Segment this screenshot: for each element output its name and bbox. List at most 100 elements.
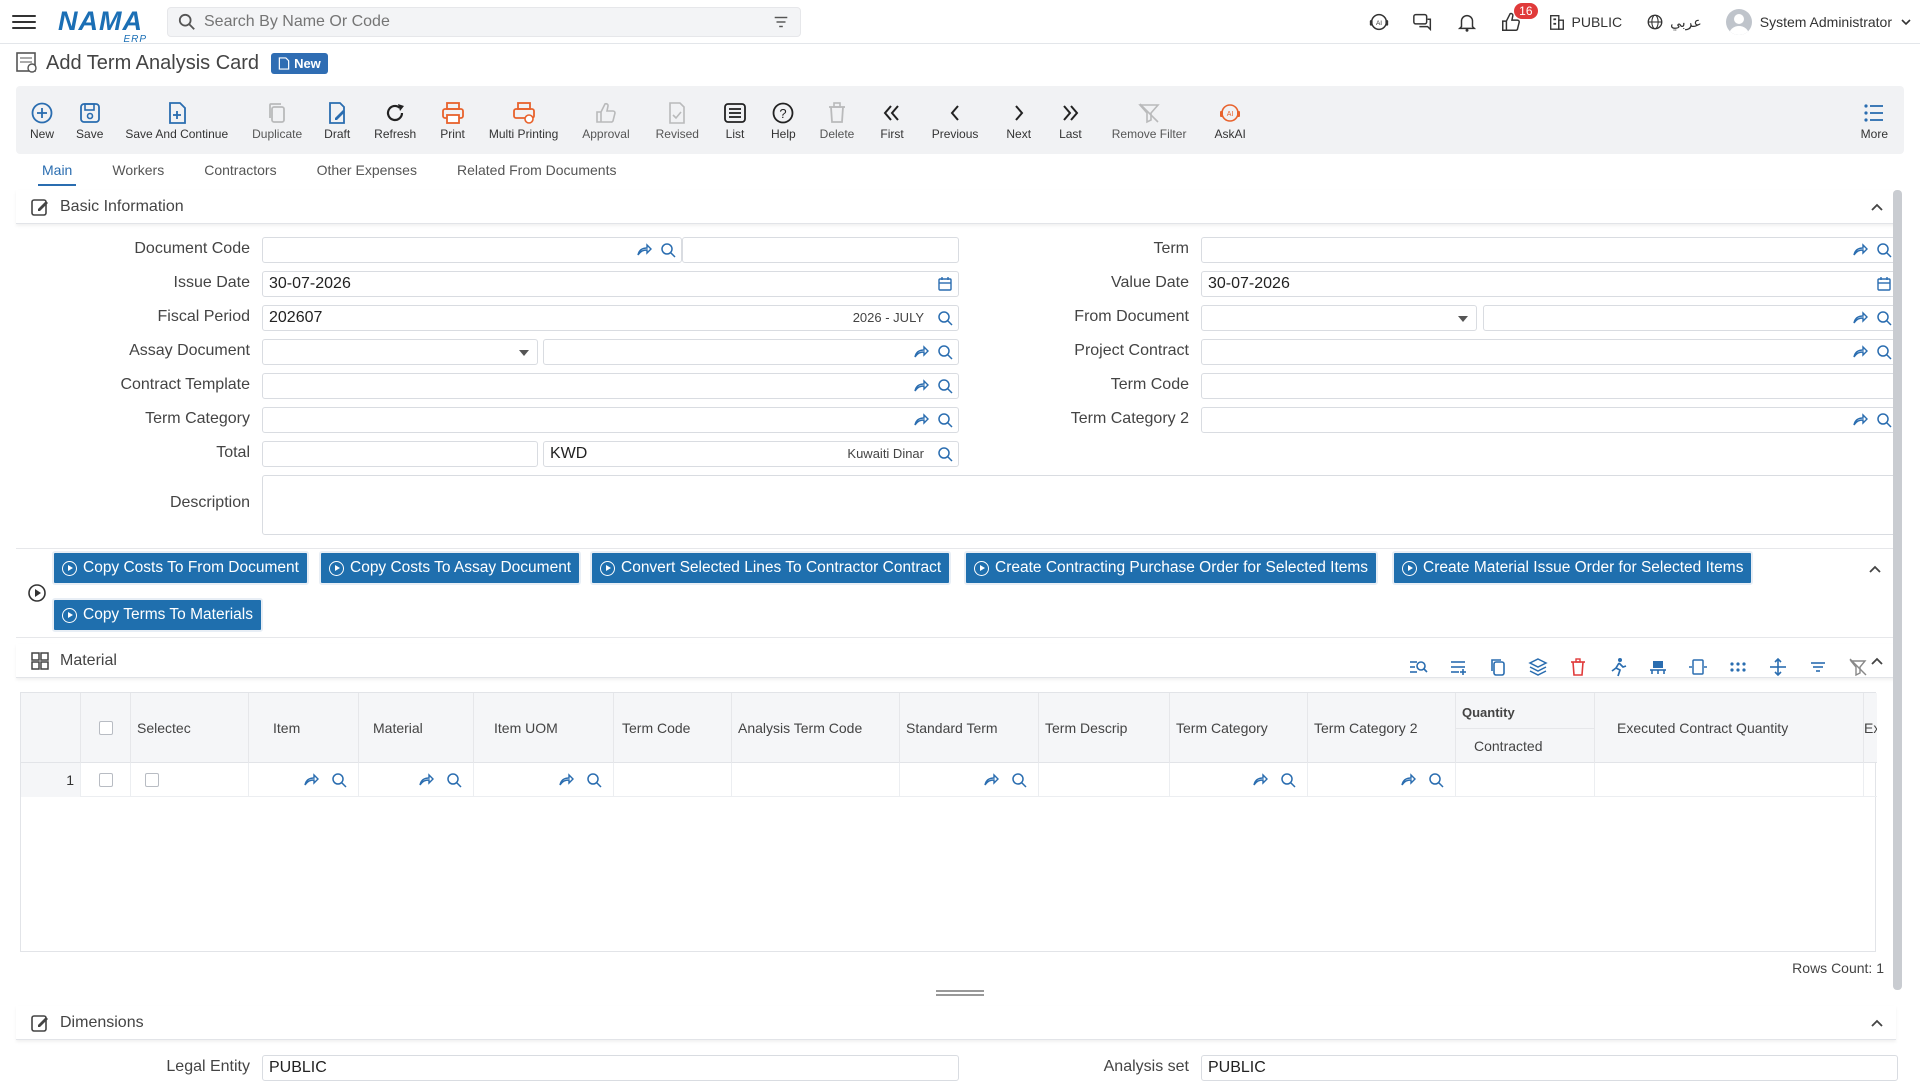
select-all-checkbox[interactable] [98,721,113,735]
column-header-term-code[interactable]: Term Code [614,693,732,763]
term-category-2-cell[interactable] [1308,763,1456,797]
convert-selected-lines-button[interactable]: Convert Selected Lines To Contractor Con… [590,551,952,585]
create-material-issue-order-button[interactable]: Create Material Issue Order for Selected… [1392,551,1754,585]
refresh-button[interactable]: Refresh [368,86,422,154]
app-logo[interactable]: NAMA ERP [58,6,146,45]
grid-search-icon[interactable] [1402,654,1434,680]
dots-grid-icon[interactable] [1722,654,1754,680]
column-header-contracted[interactable]: Contracted [1456,728,1595,763]
row-checkbox[interactable] [98,773,113,787]
copy-terms-to-materials-button[interactable]: Copy Terms To Materials [52,598,263,632]
save-button[interactable]: Save [70,86,109,154]
thumbs-up-notifications-icon[interactable]: 16 [1498,3,1538,35]
assay-document-type-select[interactable] [262,339,538,365]
help-button[interactable]: ? Help [765,86,802,154]
currency-field[interactable]: KWD Kuwaiti Dinar [543,441,959,467]
from-document-field[interactable] [1483,305,1898,331]
share-icon[interactable] [1399,771,1417,789]
contracted-cell[interactable] [1456,763,1595,797]
chat-icon[interactable] [1410,9,1436,35]
standard-term-cell[interactable] [900,763,1039,797]
lookup-search-icon[interactable] [330,771,348,789]
page-scrollbar[interactable] [1893,190,1902,990]
executed-contract-quantity-cell[interactable] [1595,763,1864,797]
language-switch[interactable]: عربي [1646,13,1702,31]
share-icon[interactable] [635,241,653,259]
chevron-up-icon[interactable] [1870,200,1884,214]
term-field[interactable] [1201,237,1898,263]
basic-information-header[interactable]: Basic Information [16,190,1896,224]
document-code-field[interactable] [262,237,682,263]
clear-filter-icon[interactable] [1842,654,1874,680]
material-cell[interactable] [359,763,474,797]
tab-contractors[interactable]: Contractors [200,160,280,186]
fiscal-period-field[interactable]: 202607 2026 - JULY [262,305,959,331]
lookup-search-icon[interactable] [585,771,603,789]
search-input[interactable] [196,11,772,32]
term-category-cell[interactable] [1170,763,1308,797]
lookup-search-icon[interactable] [1010,771,1028,789]
first-button[interactable]: First [874,86,909,154]
share-icon[interactable] [557,771,575,789]
chevron-up-icon[interactable] [1868,562,1882,576]
tab-main[interactable]: Main [38,160,77,186]
column-header-term-category-2[interactable]: Term Category 2 [1308,693,1456,763]
lookup-search-icon[interactable] [936,309,954,327]
calendar-icon[interactable] [936,275,954,293]
issue-date-field[interactable]: 30-07-2026 [262,271,959,297]
lookup-search-icon[interactable] [936,377,954,395]
share-icon[interactable] [1851,241,1869,259]
column-header-standard-term[interactable]: Standard Term [900,693,1039,763]
add-row-icon[interactable] [1442,654,1474,680]
share-icon[interactable] [1851,343,1869,361]
lookup-search-icon[interactable] [936,445,954,463]
lookup-search-icon[interactable] [1875,309,1893,327]
more-button[interactable]: More [1855,86,1894,154]
lookup-search-icon[interactable] [659,241,677,259]
term-code-field[interactable] [1201,373,1898,399]
share-icon[interactable] [912,377,930,395]
approval-button[interactable]: Approval [576,86,635,154]
calendar-icon[interactable] [1875,275,1893,293]
next-button[interactable]: Next [1000,86,1037,154]
item-uom-cell[interactable] [474,763,614,797]
copy-row-icon[interactable] [1482,654,1514,680]
filter-icon[interactable] [772,13,790,31]
bell-icon[interactable] [1454,9,1480,35]
layers-icon[interactable] [1522,654,1554,680]
analysis-set-field[interactable]: PUBLIC [1201,1055,1898,1081]
previous-button[interactable]: Previous [926,86,985,154]
column-header-analysis-term-code[interactable]: Analysis Term Code [732,693,900,763]
from-document-type-select[interactable] [1201,305,1477,331]
multi-printing-button[interactable]: Multi Printing [483,86,564,154]
duplicate-button[interactable]: Duplicate [246,86,308,154]
share-icon[interactable] [1851,309,1869,327]
branch-selector[interactable]: PUBLIC [1548,13,1622,31]
share-icon[interactable] [1251,771,1269,789]
lookup-search-icon[interactable] [936,343,954,361]
menu-icon[interactable] [12,10,36,34]
term-code-cell[interactable] [614,763,732,797]
document-code-desc-field[interactable] [682,237,959,263]
contract-template-field[interactable] [262,373,959,399]
lookup-search-icon[interactable] [1427,771,1445,789]
user-menu[interactable]: System Administrator [1725,9,1912,35]
column-header-term-category[interactable]: Term Category [1170,693,1308,763]
draft-button[interactable]: Draft [318,86,356,154]
list-button[interactable]: List [717,86,753,154]
share-icon[interactable] [1851,411,1869,429]
pallet-icon[interactable] [1642,654,1674,680]
project-contract-field[interactable] [1201,339,1898,365]
save-and-continue-button[interactable]: Save And Continue [119,86,234,154]
lookup-search-icon[interactable] [1279,771,1297,789]
share-icon[interactable] [982,771,1000,789]
tab-workers[interactable]: Workers [108,160,168,186]
lookup-search-icon[interactable] [1875,411,1893,429]
total-field[interactable] [262,441,538,467]
chevron-up-icon[interactable] [1870,1016,1884,1030]
lookup-search-icon[interactable] [1875,241,1893,259]
global-search[interactable] [167,6,801,37]
column-header-executed-contract-quantity[interactable]: Executed Contract Quantity [1595,693,1864,763]
runner-icon[interactable] [1602,654,1634,680]
assay-document-field[interactable] [543,339,959,365]
